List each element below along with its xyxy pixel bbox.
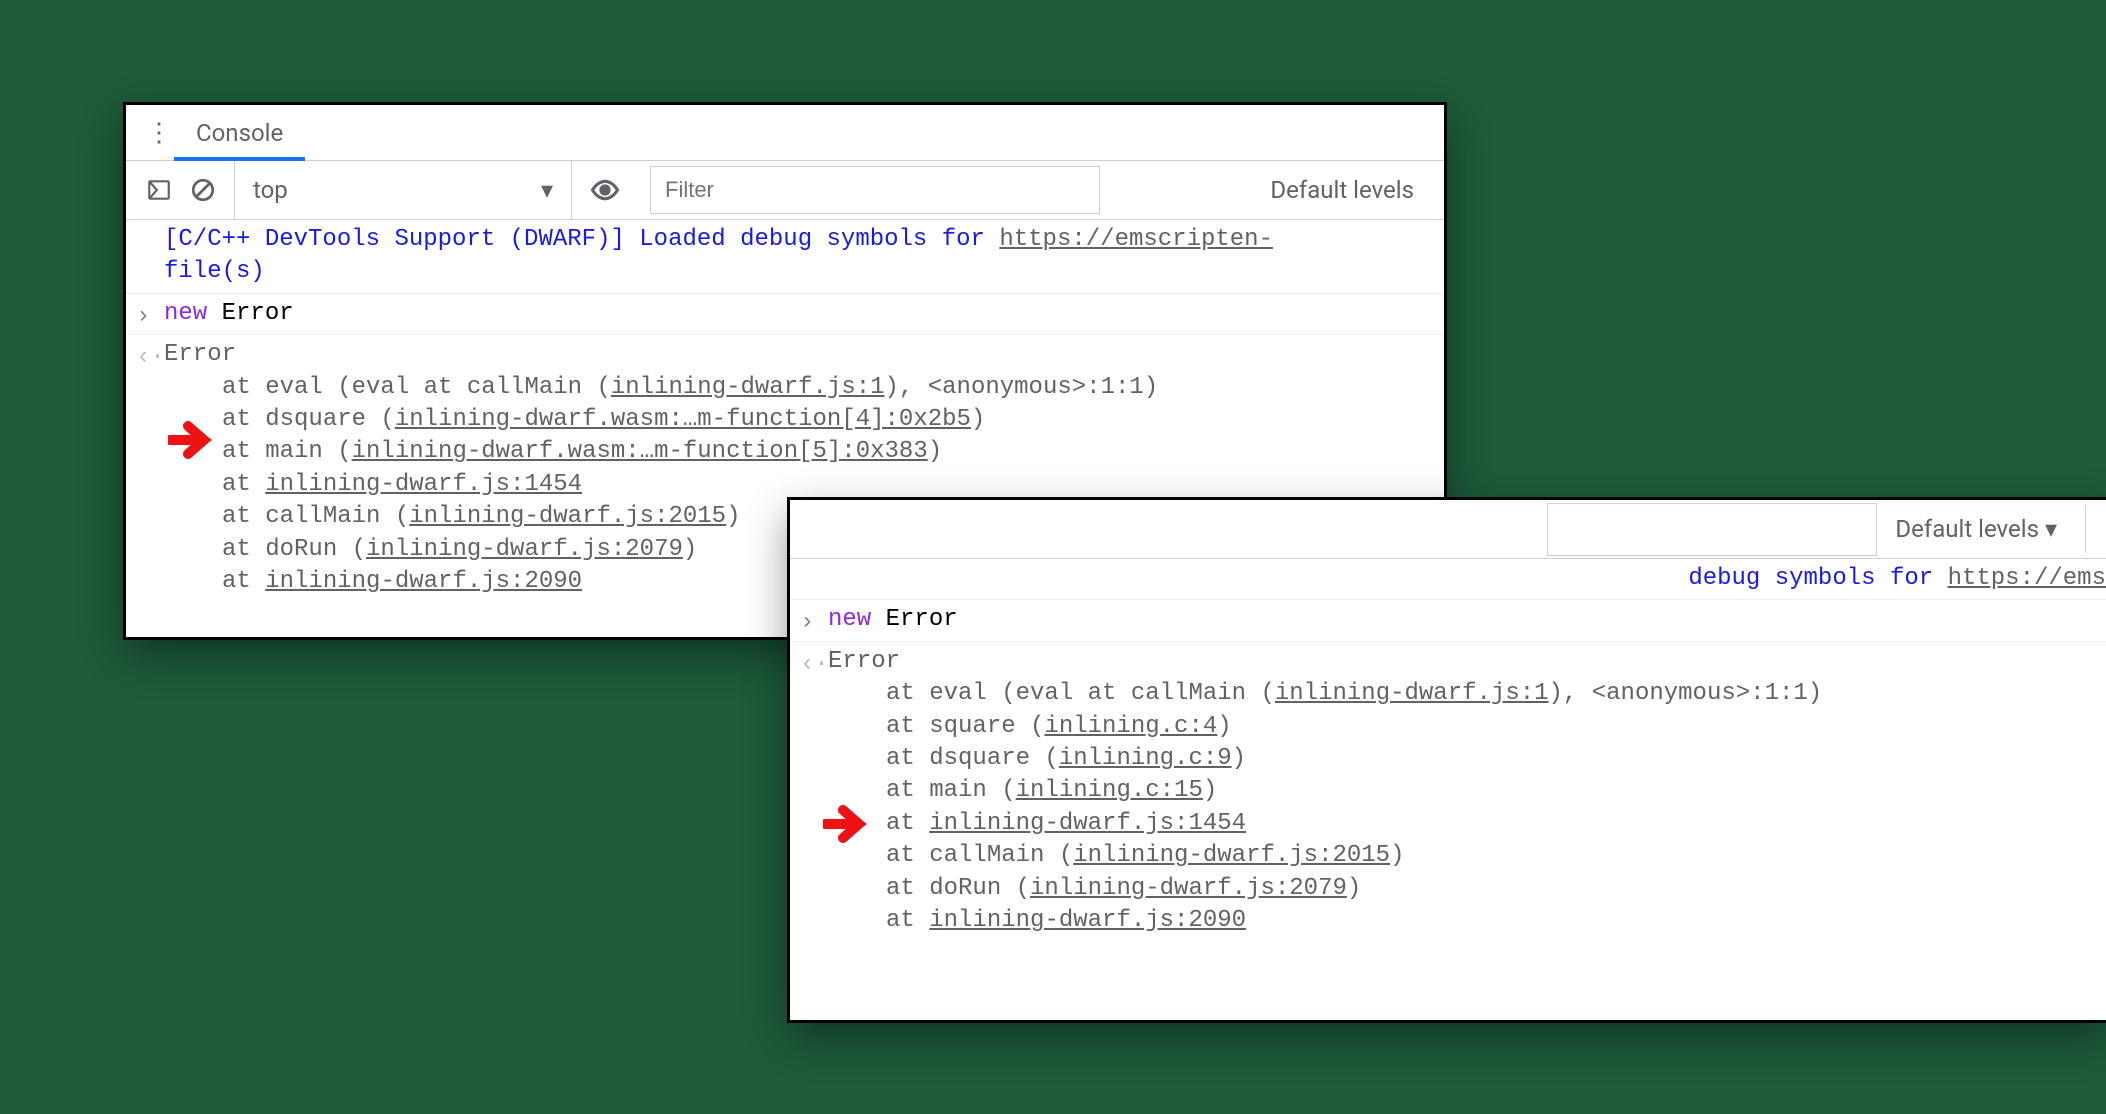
log-message: [C/C++ DevTools Support (DWARF)] Loaded …: [126, 220, 1444, 294]
frame-source-link[interactable]: inlining-dwarf.js:1: [611, 374, 885, 401]
stack-frame: at main (inlining.c:15): [828, 775, 2088, 807]
stack-frame: at square (inlining.c:4): [828, 711, 2088, 743]
frame-source-link[interactable]: inlining-dwarf.js:1: [1275, 680, 1549, 707]
error-title: Error: [828, 648, 900, 675]
filter-input[interactable]: [1547, 503, 1877, 556]
stack-trace: at eval (eval at callMain (inlining-dwar…: [828, 678, 2088, 937]
frame-label: at: [222, 471, 265, 498]
context-selector[interactable]: top ▾: [234, 161, 572, 219]
frame-suffix: ): [683, 536, 697, 563]
frame-suffix: ): [1217, 713, 1231, 740]
log-text-2: file(s): [164, 258, 265, 285]
stack-frame: at inlining-dwarf.js:1454: [828, 808, 2088, 840]
context-value: top: [253, 176, 288, 204]
tab-bar: ⋮ Console: [126, 105, 1444, 161]
frame-label: at square (: [886, 713, 1044, 740]
frame-suffix: ), <anonymous>:1:1): [1549, 680, 1823, 707]
console-input-row[interactable]: › new Error: [790, 600, 2106, 641]
input-arrow-icon: ›: [800, 607, 814, 639]
frame-suffix: ): [1203, 777, 1217, 804]
log-text: Loaded debug symbols for: [625, 226, 999, 253]
stack-frame: at inlining-dwarf.js:2090: [828, 905, 2088, 937]
frame-suffix: ): [1232, 745, 1246, 772]
console-input-row[interactable]: › new Error: [126, 294, 1444, 335]
filter-input[interactable]: [650, 166, 1100, 214]
frame-label: at dsquare (: [222, 406, 395, 433]
stack-frame: at dsquare (inlining-dwarf.wasm:…m-funct…: [164, 404, 1426, 436]
stack-frame: at callMain (inlining-dwarf.js:2015): [828, 840, 2088, 872]
frame-source-link[interactable]: inlining.c:9: [1059, 745, 1232, 772]
frame-label: at main (: [886, 777, 1016, 804]
frame-label: at main (: [222, 438, 352, 465]
log-prefix: [C/C++ DevTools Support (DWARF)]: [164, 226, 625, 253]
devtools-console-after: Default levels ▾ debug symbols for https…: [790, 500, 2106, 1020]
frame-source-link[interactable]: inlining-dwarf.js:2015: [1073, 842, 1390, 869]
input-arrow-icon: ›: [136, 301, 150, 333]
log-message: debug symbols for https://ems: [790, 559, 2106, 600]
frame-label: at doRun (: [222, 536, 366, 563]
console-output-row: ‹· Error at eval (eval at callMain (inli…: [790, 642, 2106, 942]
console-output: debug symbols for https://ems › new Erro…: [790, 559, 2106, 941]
frame-source-link[interactable]: inlining.c:4: [1044, 713, 1217, 740]
log-link[interactable]: https://emscripten-: [999, 226, 1273, 253]
frame-source-link[interactable]: inlining-dwarf.js:2090: [929, 907, 1246, 934]
log-text: debug symbols for: [1688, 565, 1947, 592]
input-text: Error: [871, 606, 957, 633]
console-toolbar: Default levels ▾: [790, 500, 2106, 559]
error-title: Error: [164, 341, 236, 368]
frame-label: at doRun (: [886, 875, 1030, 902]
frame-label: at: [886, 810, 929, 837]
live-expression-icon[interactable]: [590, 175, 620, 205]
log-link[interactable]: https://ems: [1948, 565, 2106, 592]
frame-source-link[interactable]: inlining-dwarf.js:2090: [265, 568, 582, 595]
log-levels-label: Default levels: [1270, 176, 1414, 204]
frame-suffix: ): [1347, 875, 1361, 902]
output-arrow-icon: ‹·: [800, 649, 829, 681]
frame-source-link[interactable]: inlining-dwarf.wasm:…m-function[5]:0x383: [352, 438, 928, 465]
tab-console[interactable]: Console: [174, 105, 305, 160]
stack-frame: at eval (eval at callMain (inlining-dwar…: [164, 372, 1426, 404]
frame-label: at eval (eval at callMain (: [222, 374, 611, 401]
frame-source-link[interactable]: inlining-dwarf.js:2079: [366, 536, 683, 563]
frame-label: at: [886, 907, 929, 934]
divider: [2085, 505, 2086, 553]
clear-console-icon[interactable]: [190, 177, 216, 203]
stack-frame: at eval (eval at callMain (inlining-dwar…: [828, 678, 2088, 710]
frame-suffix: ): [971, 406, 985, 433]
log-levels-label: Default levels: [1895, 515, 2039, 543]
frame-label: at: [222, 568, 265, 595]
chevron-down-icon: ▾: [541, 176, 553, 204]
keyword-new: new: [164, 300, 207, 327]
frame-source-link[interactable]: inlining-dwarf.wasm:…m-function[4]:0x2b5: [395, 406, 971, 433]
log-levels-selector[interactable]: Default levels: [1270, 176, 1424, 204]
sidebar-toggle-icon[interactable]: [146, 177, 172, 203]
frame-source-link[interactable]: inlining.c:15: [1016, 777, 1203, 804]
frame-source-link[interactable]: inlining-dwarf.js:1454: [929, 810, 1246, 837]
stack-frame: at main (inlining-dwarf.wasm:…m-function…: [164, 436, 1426, 468]
frame-suffix: ): [726, 503, 740, 530]
stack-frame: at inlining-dwarf.js:1454: [164, 469, 1426, 501]
keyword-new: new: [828, 606, 871, 633]
console-toolbar: top ▾ Default levels: [126, 161, 1444, 220]
frame-source-link[interactable]: inlining-dwarf.js:2015: [409, 503, 726, 530]
frame-source-link[interactable]: inlining-dwarf.js:2079: [1030, 875, 1347, 902]
chevron-down-icon: ▾: [2045, 515, 2057, 543]
output-arrow-icon: ‹·: [136, 342, 165, 374]
frame-suffix: ): [928, 438, 942, 465]
frame-suffix: ), <anonymous>:1:1): [885, 374, 1159, 401]
frame-label: at dsquare (: [886, 745, 1059, 772]
frame-source-link[interactable]: inlining-dwarf.js:1454: [265, 471, 582, 498]
frame-label: at callMain (: [222, 503, 409, 530]
stack-frame: at doRun (inlining-dwarf.js:2079): [828, 873, 2088, 905]
frame-suffix: ): [1390, 842, 1404, 869]
more-icon[interactable]: ⋮: [144, 105, 174, 160]
stack-frame: at dsquare (inlining.c:9): [828, 743, 2088, 775]
frame-label: at eval (eval at callMain (: [886, 680, 1275, 707]
frame-label: at callMain (: [886, 842, 1073, 869]
log-levels-selector[interactable]: Default levels ▾: [1895, 515, 2067, 543]
input-text: Error: [207, 300, 293, 327]
